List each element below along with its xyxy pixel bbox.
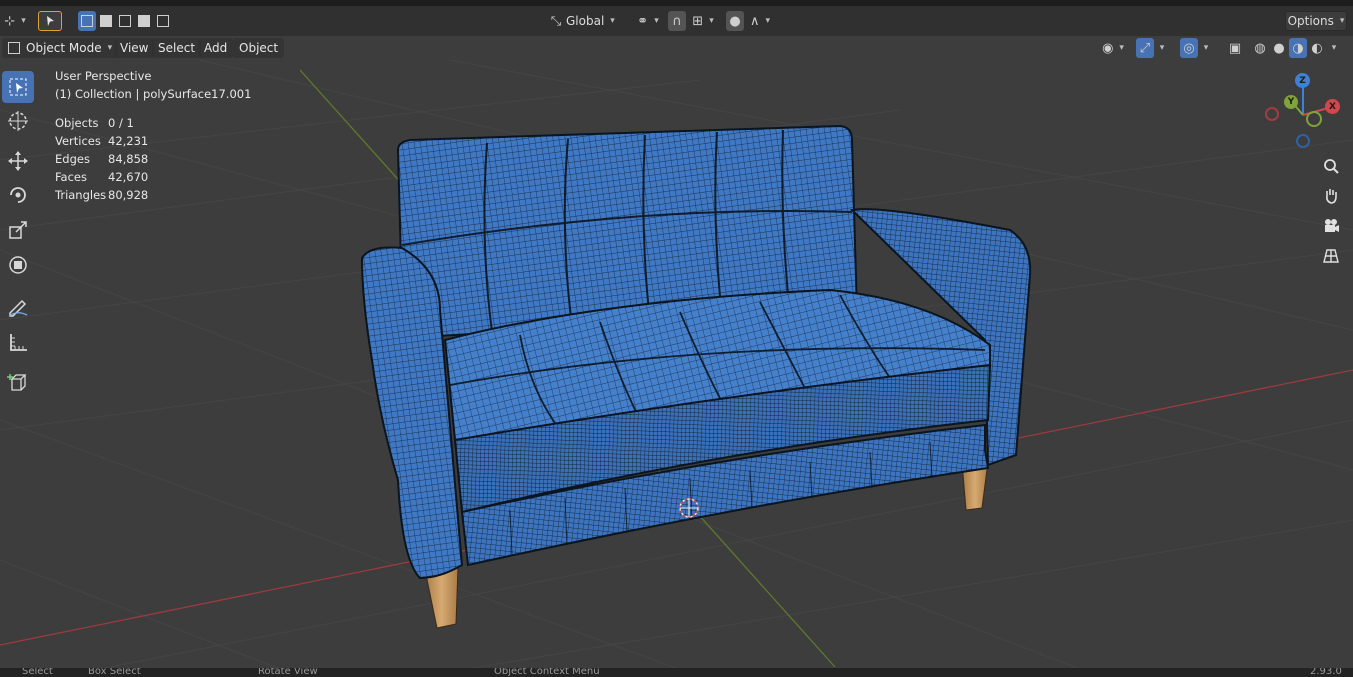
options-dropdown[interactable]: Options ▾ — [1285, 11, 1347, 31]
grid-perspective-icon — [1323, 249, 1339, 263]
gizmo-toggle-icon[interactable]: ⤢ — [1136, 38, 1154, 58]
menu-add[interactable]: Add — [198, 38, 234, 58]
gizmo-neg-x-axis[interactable] — [1265, 107, 1279, 121]
object-origin-cursor — [679, 498, 699, 518]
options-label: Options — [1287, 14, 1334, 28]
viewport-header: Object Mode ▾ View Select Add Object ◉ ▾ ⤢… — [0, 36, 1353, 60]
transform-orientation-dropdown[interactable]: Global ▾ — [566, 11, 626, 31]
wireframe-shading-icon[interactable]: ◍ — [1251, 38, 1269, 58]
menu-select[interactable]: Select — [152, 38, 202, 58]
box-select-mode-icon[interactable] — [78, 11, 96, 31]
scale-tool[interactable] — [2, 214, 34, 246]
cursor-tool[interactable] — [2, 105, 34, 137]
transform-icon — [9, 256, 27, 274]
hand-icon — [1326, 189, 1337, 204]
stat-value: 80,928 — [108, 188, 149, 202]
stat-label: Edges — [55, 152, 90, 166]
xray-toggle-icon[interactable]: ▣ — [1226, 38, 1244, 58]
snap-target-icon[interactable]: ⊞ ▾ — [688, 11, 718, 31]
stat-label: Faces — [55, 170, 87, 184]
zoom-view-button[interactable] — [1318, 153, 1344, 179]
annotate-pencil-icon — [8, 299, 28, 317]
gizmo-x-axis[interactable]: X — [1325, 99, 1340, 114]
stat-label: Vertices — [55, 134, 101, 148]
proportional-editing-icon[interactable]: ● — [726, 11, 744, 31]
pan-view-button[interactable] — [1318, 183, 1344, 209]
gizmo-z-axis[interactable]: Z — [1295, 73, 1310, 88]
gizmo-neg-y-axis[interactable] — [1306, 111, 1322, 127]
intersect-select-mode-icon[interactable] — [154, 11, 172, 31]
status-select: Select — [22, 668, 53, 677]
transform-tool[interactable] — [2, 249, 34, 281]
gizmo-neg-z-axis[interactable] — [1296, 134, 1310, 148]
camera-icon — [1325, 219, 1339, 232]
add-cube-tool[interactable] — [2, 366, 34, 398]
move-icon — [8, 151, 28, 171]
mode-label: Object Mode — [26, 41, 102, 55]
rendered-shading-icon[interactable]: ◐ — [1308, 38, 1326, 58]
overlays-dropdown-icon[interactable]: ▾ — [1200, 38, 1212, 58]
object-mode-dropdown[interactable]: Object Mode ▾ — [2, 38, 119, 58]
falloff-curve-icon[interactable]: ∧ ▾ — [746, 11, 774, 31]
move-tool[interactable] — [2, 145, 34, 177]
shading-dropdown-icon[interactable]: ▾ — [1328, 38, 1340, 58]
gizmo-dropdown-icon[interactable]: ▾ — [1156, 38, 1168, 58]
status-version: 2.93.0 — [1310, 668, 1342, 677]
ruler-icon — [10, 334, 27, 351]
perspective-toggle-button[interactable] — [1318, 243, 1344, 269]
stat-value: 0 / 1 — [108, 116, 134, 130]
stat-value: 42,670 — [108, 170, 149, 184]
sofa-mesh — [360, 124, 1032, 629]
editor-type-icon[interactable]: ⊹ ▾ — [4, 11, 26, 31]
menu-view[interactable]: View — [114, 38, 155, 58]
status-rotate-view: Rotate View — [258, 668, 318, 677]
invert-select-mode-icon[interactable] — [135, 11, 153, 31]
status-context-menu: Object Context Menu — [494, 668, 600, 677]
object-mode-icon — [8, 42, 20, 54]
extend-select-mode-icon[interactable] — [97, 11, 115, 31]
status-box-select: Box Select — [88, 668, 141, 677]
annotate-tool[interactable] — [2, 291, 34, 323]
tool-header: ⊹ ▾ ⤡ Global ▾ ⚭ ▾ ∩ ⊞ ▾ ● ∧ ▾ Options ▾ — [0, 6, 1353, 36]
pivot-point-icon[interactable]: ⚭ ▾ — [634, 11, 662, 31]
status-bar: Select Box Select Rotate View Object Con… — [0, 668, 1353, 677]
stat-label: Objects — [55, 116, 99, 130]
visibility-icon[interactable]: ◉ ▾ — [1098, 38, 1128, 58]
scale-icon — [9, 221, 27, 239]
snap-toggle-icon[interactable]: ∩ — [668, 11, 686, 31]
select-box-tool[interactable] — [2, 71, 34, 103]
cursor-icon — [47, 16, 54, 26]
solid-shading-icon[interactable]: ● — [1270, 38, 1288, 58]
menu-object[interactable]: Object — [233, 38, 285, 58]
magnifier-icon — [1324, 159, 1339, 174]
material-preview-icon[interactable]: ◑ — [1289, 38, 1307, 58]
stat-label: Triangles — [55, 188, 107, 202]
gizmo-y-axis[interactable]: Y — [1284, 95, 1298, 109]
3d-viewport[interactable] — [0, 0, 1353, 677]
rotate-icon — [10, 187, 26, 203]
measure-tool[interactable] — [2, 326, 34, 358]
rotate-tool[interactable] — [2, 179, 34, 211]
camera-view-button[interactable] — [1318, 213, 1344, 239]
view-name: User Perspective — [55, 69, 152, 83]
overlays-toggle-icon[interactable]: ◎ — [1180, 38, 1198, 58]
orientation-label: Global — [566, 14, 605, 28]
collection-label: (1) Collection | polySurface17.001 — [55, 87, 252, 101]
select-box-icon — [9, 78, 27, 96]
add-cube-icon — [7, 374, 27, 391]
transform-orientation-icon: ⤡ — [550, 13, 562, 29]
select-tool-button[interactable] — [38, 11, 62, 31]
subtract-select-mode-icon[interactable] — [116, 11, 134, 31]
stat-value: 84,858 — [108, 152, 149, 166]
3d-cursor-icon — [8, 111, 28, 131]
stat-value: 42,231 — [108, 134, 149, 148]
